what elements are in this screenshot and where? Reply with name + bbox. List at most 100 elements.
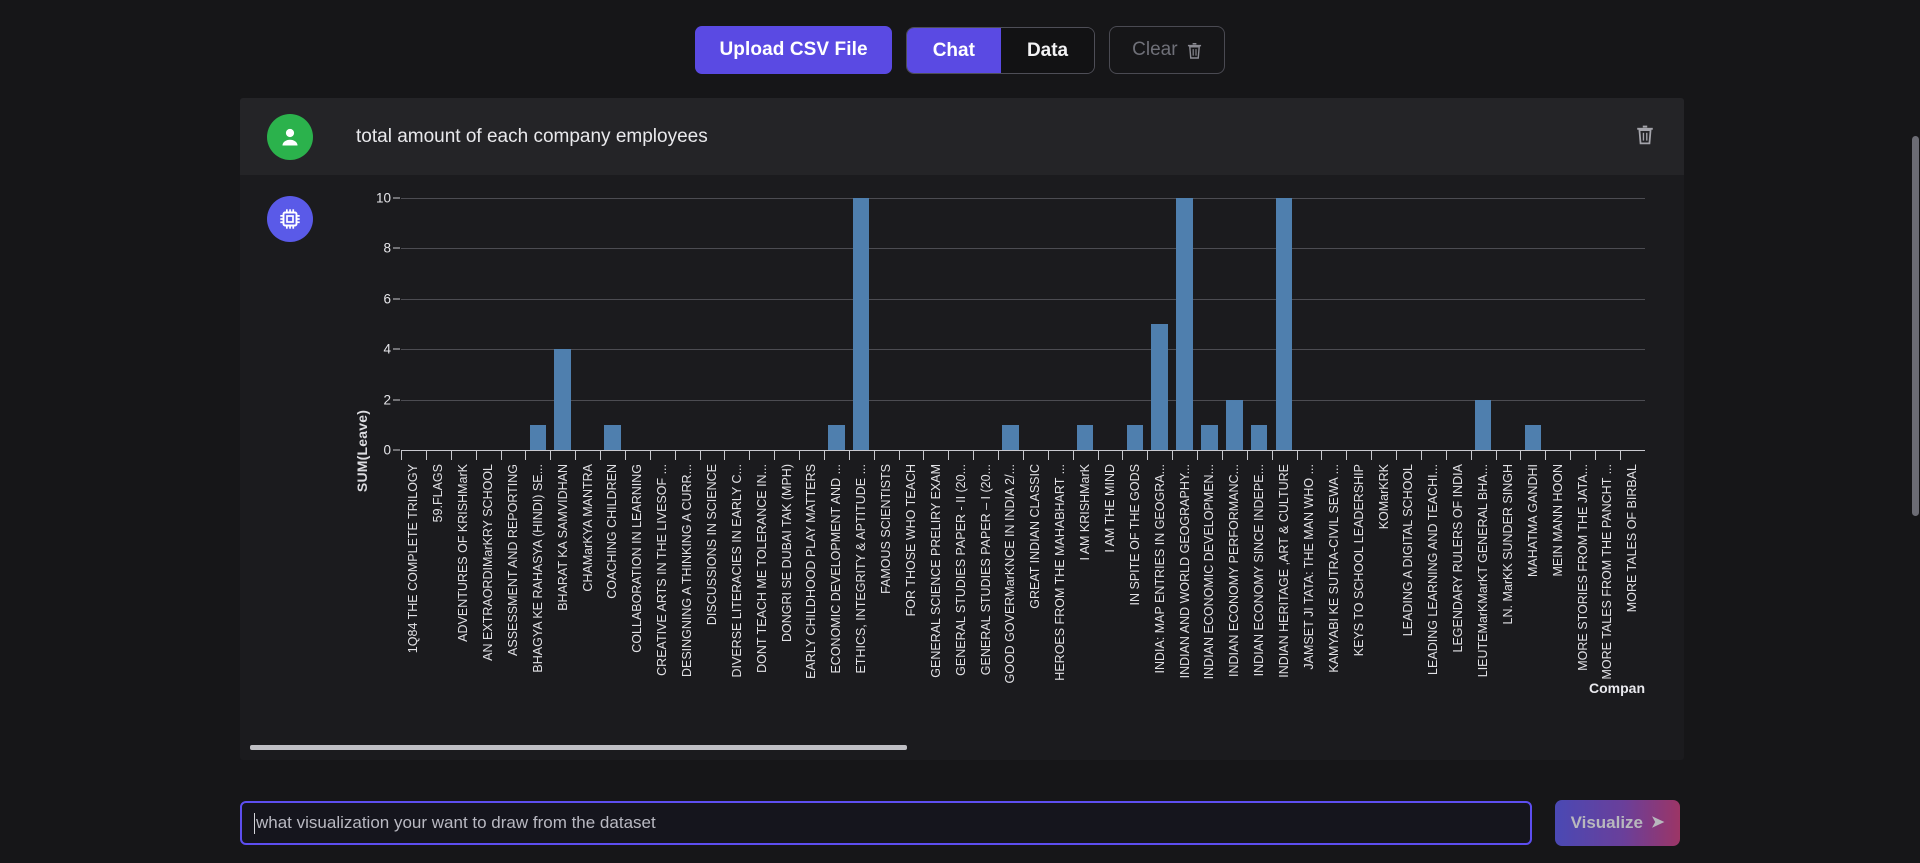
prompt-input[interactable]: what visualization your want to draw fro… xyxy=(256,813,656,833)
bar[interactable] xyxy=(529,424,547,450)
x-tick-label: KOMarKRK xyxy=(1376,464,1391,530)
x-label-slot: ADVENTURES OF KRISHMarK xyxy=(451,462,476,677)
x-tick-label: FAMOUS SCIENTISTS xyxy=(879,464,894,594)
y-tick-label: 0 xyxy=(383,442,391,458)
x-tick-label: INDIAN ECONOMY PERFORMANC... xyxy=(1227,464,1242,677)
bar[interactable] xyxy=(852,198,870,450)
x-tick-label: INDIAN HERITAGE ,ART & CULTURE xyxy=(1277,464,1292,678)
x-tick xyxy=(848,451,874,460)
x-tick-label: AN EXTRAORDIMarKRY SCHOOL xyxy=(481,464,496,661)
bar-slot xyxy=(998,198,1023,450)
bar-slot xyxy=(1098,198,1123,450)
tab-chat[interactable]: Chat xyxy=(906,27,1001,73)
x-tick xyxy=(624,451,650,460)
x-label-slot: AN EXTRAORDIMarKRY SCHOOL xyxy=(476,462,501,677)
x-tick-label: IN SPITE OF THE GODS xyxy=(1127,464,1142,606)
bar-slot xyxy=(700,198,725,450)
x-tick xyxy=(1197,451,1222,460)
bar-slot xyxy=(650,198,675,450)
bar-slot xyxy=(1048,198,1073,450)
conversation-panel: total amount of each company employees S… xyxy=(240,98,1684,760)
bar-slot xyxy=(1197,198,1222,450)
x-tick xyxy=(1271,451,1297,460)
bar-slot xyxy=(724,198,749,450)
bar-slot xyxy=(1321,198,1346,450)
x-label-slot: COACHING CHILDREN xyxy=(600,462,625,677)
tab-data[interactable]: Data xyxy=(1000,27,1095,73)
x-tick-label: COLLABORATION IN LEARNING xyxy=(630,464,645,653)
bar[interactable] xyxy=(1226,399,1243,450)
bar[interactable] xyxy=(604,424,621,450)
x-tick-label: FOR THOSE WHO TEACH xyxy=(903,464,918,617)
x-label-slot: INDIAN HERITAGE ,ART & CULTURE xyxy=(1272,462,1297,678)
x-tick xyxy=(1470,451,1496,460)
x-label-slot: 59.FLAGS xyxy=(426,462,451,677)
page-scrollbar-thumb[interactable] xyxy=(1912,136,1919,516)
x-label-slot: IN SPITE OF THE GODS xyxy=(1122,462,1147,677)
delete-message-button[interactable] xyxy=(1636,124,1654,149)
bar-slot xyxy=(1023,198,1048,450)
bar[interactable] xyxy=(1126,424,1144,450)
bar-slot xyxy=(1520,198,1545,450)
x-tick xyxy=(724,451,749,460)
x-label-slot: MORE TALES OF BIRBAL xyxy=(1620,462,1645,677)
bar[interactable] xyxy=(1474,399,1492,450)
x-tick xyxy=(1495,451,1521,460)
x-tick-label: CHAMarKYA MANTRA xyxy=(580,464,595,592)
bar[interactable] xyxy=(1176,198,1193,450)
x-tick xyxy=(1570,451,1595,460)
bar[interactable] xyxy=(1151,324,1168,450)
y-tick-label: 2 xyxy=(383,392,391,408)
x-tick xyxy=(774,451,799,460)
x-label-slot: ECONOMIC DEVELOPMENT AND ... xyxy=(824,462,849,677)
x-tick-label: DESINGNING A THINKING A CURR... xyxy=(680,464,695,678)
x-tick-label: MEIN MANN HOON xyxy=(1550,464,1565,577)
bar-slot xyxy=(1122,198,1147,450)
x-tick-label: LN. MarKK SUNDER SINGH xyxy=(1500,464,1515,625)
bar-slot xyxy=(899,198,924,450)
bar-slot xyxy=(1346,198,1371,450)
app-root: Upload CSV File Chat Data Clear total am… xyxy=(0,0,1920,863)
page-scrollbar[interactable] xyxy=(1910,0,1920,863)
x-tick-label: INDIA: MAP ENTRIES IN GEOGRA... xyxy=(1152,464,1167,674)
x-tick-label: LEADING LEARNING AND TEACHI... xyxy=(1426,464,1441,675)
x-tick xyxy=(973,451,998,460)
x-label-slot: MEIN MANN HOON xyxy=(1545,462,1570,677)
chart-horizontal-scrollbar[interactable] xyxy=(250,745,1674,752)
bar[interactable] xyxy=(1201,424,1218,450)
bar[interactable] xyxy=(1275,198,1293,450)
chart-scroll-viewport[interactable]: SUM(Leave) 0 2 4 6 8 10 1Q84 THE COMPLETE TRI… xyxy=(355,183,1645,753)
prompt-field-wrapper[interactable]: what visualization your want to draw fro… xyxy=(240,801,1532,845)
x-tick-label: GOOD GOVERMarKNCE IN INDIA 2/... xyxy=(1003,464,1018,684)
bar-slot xyxy=(1222,198,1247,450)
x-label-slot: GREAT INDIAN CLASSIC xyxy=(1023,462,1048,677)
bar-slot xyxy=(1247,198,1272,450)
bar-chart: SUM(Leave) 0 2 4 6 8 10 1Q84 THE COMPLETE TRI… xyxy=(355,183,1645,753)
bar[interactable] xyxy=(1002,424,1019,450)
x-tick-label: 59.FLAGS xyxy=(431,464,446,523)
bar[interactable] xyxy=(554,349,571,450)
bar[interactable] xyxy=(1250,424,1268,450)
bar[interactable] xyxy=(1524,424,1542,450)
bar-slot xyxy=(849,198,874,450)
x-tick-label: ASSESSMENT AND REPORTING xyxy=(505,464,520,656)
x-tick xyxy=(998,451,1023,460)
x-tick xyxy=(823,451,849,460)
bar[interactable] xyxy=(828,424,845,450)
x-label-slot: ASSESSMENT AND REPORTING xyxy=(501,462,526,677)
scrollbar-thumb[interactable] xyxy=(250,745,907,750)
visualize-label: Visualize xyxy=(1570,813,1644,832)
bar-slot xyxy=(749,198,774,450)
clear-button[interactable]: Clear xyxy=(1109,26,1225,74)
x-label-slot: BHARAT KA SAMVIDHAN xyxy=(550,462,575,677)
x-tick xyxy=(948,451,973,460)
x-axis-title: Company xyxy=(1589,680,1645,696)
visualize-button[interactable]: Visualize ➤ xyxy=(1555,800,1680,846)
x-tick-label: I AM THE MIND xyxy=(1102,464,1117,553)
bar[interactable] xyxy=(1076,424,1094,450)
x-tick xyxy=(1072,451,1098,460)
bar-series xyxy=(401,198,1645,450)
upload-csv-button[interactable]: Upload CSV File xyxy=(695,26,892,74)
x-label-slot: LEADING LEARNING AND TEACHI... xyxy=(1421,462,1446,677)
x-label-slot: KEYS TO SCHOOL LEADERSHIP xyxy=(1346,462,1371,677)
